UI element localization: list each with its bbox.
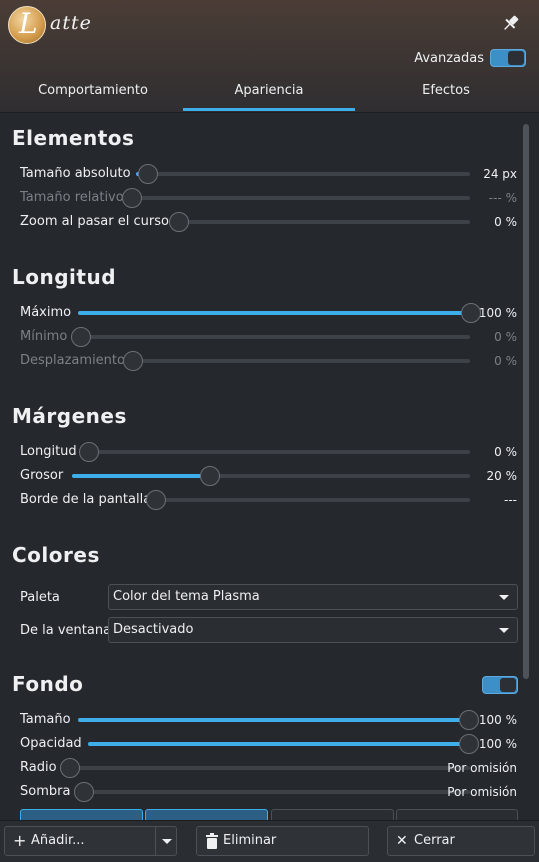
value-zoom-cursor: 0 % bbox=[494, 215, 517, 229]
divider bbox=[155, 827, 156, 855]
label-sombra: Sombra bbox=[20, 784, 71, 799]
slider-sombra[interactable] bbox=[74, 790, 470, 794]
slider-tamano-absoluto[interactable] bbox=[136, 172, 470, 176]
close-label: Cerrar bbox=[414, 833, 455, 848]
remove-label: Eliminar bbox=[223, 833, 277, 848]
value-opacidad: 100 % bbox=[478, 737, 517, 751]
value-maximo: 100 % bbox=[478, 306, 517, 320]
label-maximo: Máximo bbox=[20, 305, 72, 320]
slider-opacidad[interactable] bbox=[88, 742, 470, 746]
remove-button[interactable]: Eliminar bbox=[196, 826, 369, 856]
scrollbar[interactable] bbox=[523, 124, 529, 679]
value-borde-pantalla: --- bbox=[504, 493, 517, 507]
label-minimo: Mínimo bbox=[20, 329, 68, 344]
close-button[interactable]: ✕ Cerrar bbox=[387, 826, 535, 856]
section-title-margenes: Márgenes bbox=[12, 404, 127, 428]
slider-tamano-relativo[interactable] bbox=[122, 196, 470, 200]
chevron-down-icon bbox=[499, 595, 509, 600]
label-tamano-absoluto: Tamaño absoluto bbox=[20, 166, 131, 181]
label-de-la-ventana: De la ventana bbox=[20, 623, 112, 638]
slider-margen-longitud[interactable] bbox=[80, 450, 470, 454]
slider-radio[interactable] bbox=[60, 766, 470, 770]
advanced-toggle[interactable] bbox=[490, 49, 526, 67]
label-grosor: Grosor bbox=[20, 468, 64, 483]
advanced-label: Avanzadas bbox=[414, 51, 484, 66]
label-tamano-relativo: Tamaño relativo bbox=[20, 190, 124, 205]
label-radio: Radio bbox=[20, 760, 57, 775]
window-color-select[interactable]: Desactivado bbox=[108, 617, 518, 643]
chevron-down-icon bbox=[499, 628, 509, 633]
tab-label: Efectos bbox=[422, 83, 470, 98]
latte-logo: L bbox=[8, 6, 46, 44]
slider-maximo[interactable] bbox=[78, 311, 470, 315]
section-title-colores: Colores bbox=[12, 543, 100, 567]
slider-handle[interactable] bbox=[200, 466, 220, 486]
slider-handle[interactable] bbox=[74, 782, 94, 802]
value-sombra: Por omisión bbox=[447, 785, 517, 799]
palette-select[interactable]: Color del tema Plasma bbox=[108, 584, 518, 610]
add-button[interactable]: + Añadir... bbox=[4, 826, 177, 856]
label-fondo-tamano: Tamaño bbox=[20, 712, 71, 727]
add-label: Añadir... bbox=[31, 833, 85, 848]
slider-grosor[interactable] bbox=[72, 474, 470, 478]
label-desplazamiento: Desplazamiento bbox=[20, 353, 125, 368]
slider-handle[interactable] bbox=[138, 164, 158, 184]
label-borde-pantalla: Borde de la pantalla bbox=[20, 492, 152, 507]
slider-handle[interactable] bbox=[79, 442, 99, 462]
slider-handle[interactable] bbox=[71, 327, 91, 347]
slider-handle[interactable] bbox=[60, 758, 80, 778]
value-grosor: 20 % bbox=[486, 469, 518, 483]
value-tamano-relativo: --- % bbox=[488, 191, 517, 205]
plus-icon: + bbox=[13, 831, 27, 850]
tab-label: Apariencia bbox=[234, 83, 304, 98]
label-margen-longitud: Longitud bbox=[20, 444, 77, 459]
chevron-down-icon[interactable] bbox=[162, 839, 172, 844]
logo-letter: L bbox=[19, 7, 38, 40]
slider-handle[interactable] bbox=[459, 734, 479, 754]
slider-desplazamiento[interactable] bbox=[124, 359, 470, 363]
value-fondo-tamano: 100 % bbox=[478, 713, 517, 727]
trash-icon bbox=[205, 827, 219, 858]
slider-handle[interactable] bbox=[169, 212, 189, 232]
slider-handle[interactable] bbox=[459, 710, 479, 730]
palette-selected: Color del tema Plasma bbox=[113, 589, 260, 604]
slider-handle[interactable] bbox=[123, 351, 143, 371]
value-tamano-absoluto: 24 px bbox=[483, 167, 517, 181]
slider-borde-pantalla[interactable] bbox=[147, 498, 470, 502]
slider-minimo[interactable] bbox=[72, 335, 470, 339]
label-paleta: Paleta bbox=[20, 590, 60, 605]
section-title-fondo: Fondo bbox=[12, 672, 84, 696]
background-toggle[interactable] bbox=[482, 676, 518, 694]
slider-handle[interactable] bbox=[122, 188, 142, 208]
window-color-selected: Desactivado bbox=[113, 622, 194, 637]
slider-zoom-cursor[interactable] bbox=[170, 220, 470, 224]
close-icon: ✕ bbox=[396, 833, 408, 849]
value-minimo: 0 % bbox=[494, 330, 517, 344]
section-title-longitud: Longitud bbox=[12, 265, 117, 289]
tab-efectos[interactable]: Efectos bbox=[355, 72, 537, 112]
label-opacidad: Opacidad bbox=[20, 736, 82, 751]
value-radio: Por omisión bbox=[447, 761, 517, 775]
pin-icon[interactable] bbox=[500, 12, 522, 34]
header-bar: L atte Avanzadas Comportamiento Aparienc… bbox=[0, 0, 539, 113]
slider-handle[interactable] bbox=[146, 490, 166, 510]
brand-name: atte bbox=[50, 12, 92, 34]
tab-apariencia[interactable]: Apariencia bbox=[183, 72, 355, 112]
slider-fondo-tamano[interactable] bbox=[78, 718, 470, 722]
tab-label: Comportamiento bbox=[38, 83, 148, 98]
label-zoom-cursor: Zoom al pasar el cursor bbox=[20, 214, 175, 229]
value-margen-longitud: 0 % bbox=[494, 445, 517, 459]
value-desplazamiento: 0 % bbox=[494, 354, 517, 368]
tab-comportamiento[interactable]: Comportamiento bbox=[0, 72, 186, 112]
section-title-elementos: Elementos bbox=[12, 126, 135, 150]
